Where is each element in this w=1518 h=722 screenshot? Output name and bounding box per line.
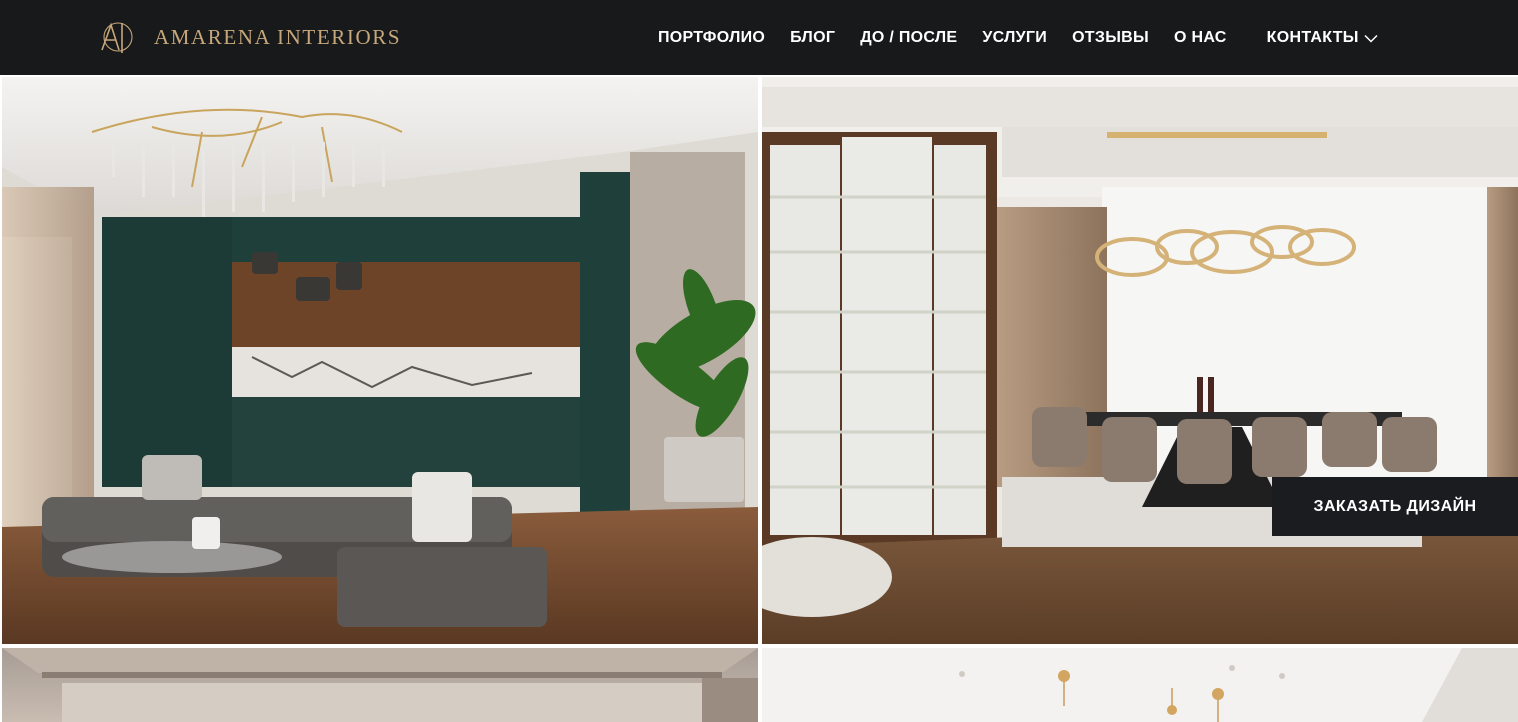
nav-item-reviews[interactable]: ОТЗЫВЫ — [1072, 26, 1149, 50]
portfolio-tile-4[interactable] — [762, 648, 1518, 722]
nav-item-about[interactable]: О НАС — [1174, 26, 1227, 50]
living-room-image — [2, 77, 758, 644]
interior-lights-image — [762, 648, 1518, 722]
portfolio-tile-living-room[interactable] — [2, 77, 758, 644]
portfolio-tile-dining-room[interactable] — [762, 77, 1518, 644]
main-nav: ПОРТФОЛИО БЛОГ ДО / ПОСЛЕ УСЛУГИ ОТЗЫВЫ … — [658, 26, 1378, 50]
brand-name: AMARENA INTERIORS — [154, 24, 402, 49]
nav-item-services[interactable]: УСЛУГИ — [982, 26, 1047, 50]
nav-contacts-label: КОНТАКТЫ — [1266, 29, 1359, 46]
interior-ceiling-image — [2, 648, 758, 722]
site-header: AMARENA INTERIORS ПОРТФОЛИО БЛОГ ДО / ПО… — [0, 0, 1518, 75]
dining-room-image — [762, 77, 1518, 644]
order-design-button[interactable]: ЗАКАЗАТЬ ДИЗАЙН — [1272, 477, 1518, 536]
brand-logo[interactable]: AMARENA INTERIORS — [98, 15, 401, 59]
monogram-icon — [101, 22, 133, 53]
nav-item-contacts[interactable]: КОНТАКТЫ — [1267, 26, 1378, 50]
nav-item-blog[interactable]: БЛОГ — [790, 26, 835, 50]
portfolio-tile-3[interactable] — [2, 648, 758, 722]
chevron-down-icon — [1364, 34, 1378, 43]
nav-item-before-after[interactable]: ДО / ПОСЛЕ — [860, 26, 957, 50]
nav-item-portfolio[interactable]: ПОРТФОЛИО — [658, 26, 765, 50]
